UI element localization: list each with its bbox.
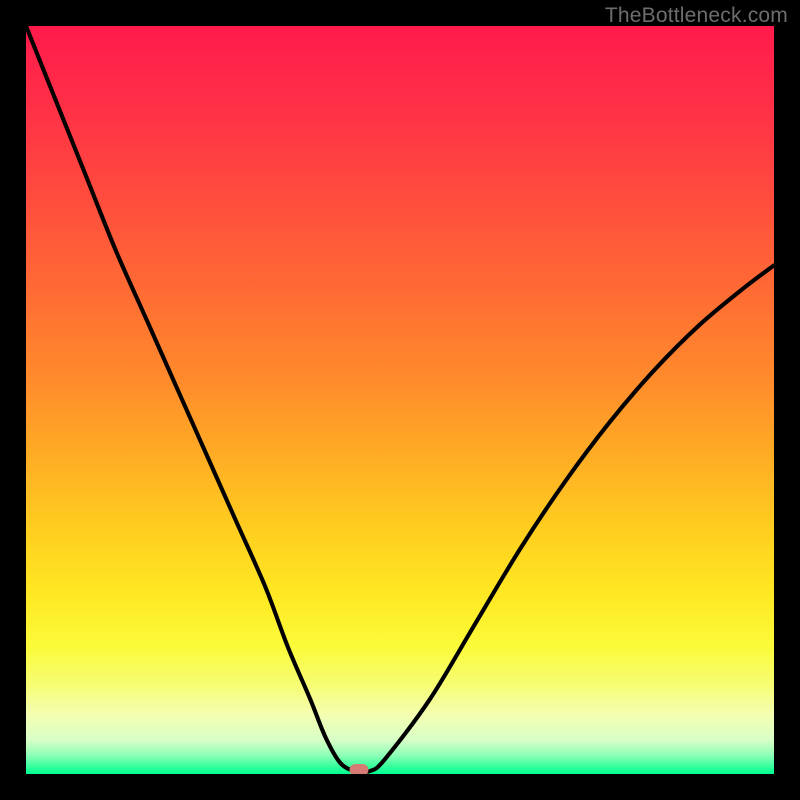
watermark-text: TheBottleneck.com (605, 4, 788, 28)
optimal-point-marker (349, 764, 368, 775)
bottleneck-curve (26, 26, 774, 774)
plot-area (26, 26, 774, 774)
chart-frame: TheBottleneck.com (0, 0, 800, 800)
